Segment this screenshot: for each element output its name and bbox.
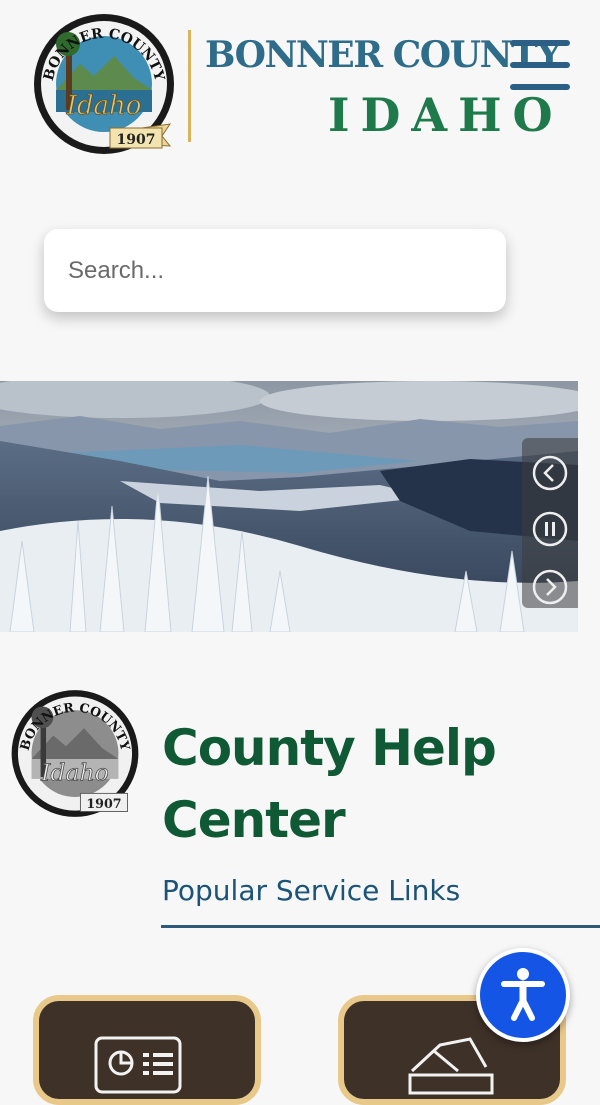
- slideshow-controls: [522, 438, 578, 608]
- county-name-line2: IDAHO: [328, 88, 564, 142]
- seal-script-text: Idaho: [66, 91, 142, 121]
- search-box: [44, 229, 506, 312]
- id-card-icon: [94, 1036, 182, 1094]
- header-divider: [188, 30, 191, 142]
- seal-year: 1907: [117, 132, 156, 148]
- hero-slideshow-image: [0, 381, 578, 632]
- popular-links-heading: Popular Service Links: [162, 874, 461, 907]
- seal2-year: 1907: [86, 796, 121, 811]
- ballot-box-icon: [408, 1037, 494, 1095]
- help-center-title: County Help Center: [162, 719, 497, 849]
- seal2-script-text: Idaho: [40, 759, 109, 787]
- county-seal-logo[interactable]: BONNER COUNTY Idaho 1907: [30, 12, 178, 157]
- accessibility-person-icon[interactable]: [476, 948, 570, 1042]
- chevron-right-icon[interactable]: [531, 568, 569, 606]
- chevron-left-icon[interactable]: [531, 454, 569, 492]
- hamburger-icon[interactable]: [510, 38, 570, 94]
- search-input[interactable]: [44, 229, 506, 312]
- pause-icon[interactable]: [531, 510, 569, 548]
- heading-underline: [161, 925, 600, 928]
- service-tile-1[interactable]: [33, 995, 261, 1105]
- help-center-seal-logo: BONNER COUNTY Idaho 1907: [8, 688, 142, 820]
